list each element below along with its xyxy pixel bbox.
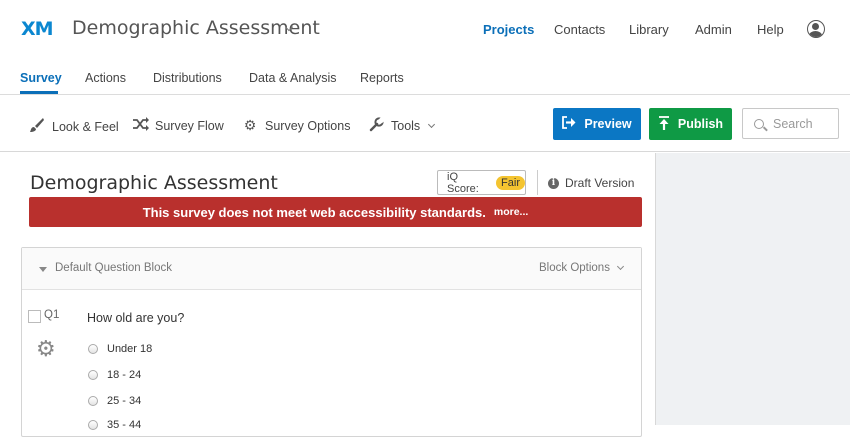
publish-label: Publish <box>677 117 724 131</box>
tab-data-analysis[interactable]: Data & Analysis <box>249 71 337 85</box>
xm-logo[interactable]: XM <box>21 18 54 40</box>
preview-label: Preview <box>584 117 632 131</box>
nav-projects[interactable]: Projects <box>483 22 534 37</box>
radio-button[interactable] <box>88 420 98 430</box>
publish-button[interactable]: Publish <box>649 108 732 140</box>
radio-button[interactable] <box>88 344 98 354</box>
choice-label: 25 - 34 <box>107 395 142 407</box>
preview-button[interactable]: Preview <box>553 108 641 140</box>
tab-distributions[interactable]: Distributions <box>153 71 222 85</box>
divider <box>537 170 538 195</box>
wrench-icon <box>368 116 385 135</box>
look-feel-label: Look & Feel <box>52 119 119 134</box>
flow-arrows-icon <box>132 117 149 134</box>
top-bar: XM Demographic Assessment Projects Conta… <box>0 0 850 58</box>
active-tab-indicator <box>20 91 58 94</box>
iq-score-label: iQ Score: <box>447 170 479 195</box>
survey-title: Demographic Assessment <box>30 172 278 194</box>
search-icon <box>754 118 764 129</box>
tools-label: Tools <box>391 119 421 133</box>
search-placeholder: Search <box>773 116 813 131</box>
choice-label: 18 - 24 <box>107 369 142 381</box>
choice-under-18[interactable]: Under 18 <box>88 343 152 355</box>
tab-actions[interactable]: Actions <box>85 71 126 85</box>
draft-version-label: Draft Version <box>565 176 635 190</box>
question-text[interactable]: How old are you? <box>87 311 184 325</box>
paint-brush-icon <box>29 117 45 136</box>
choice-label: 35 - 44 <box>107 419 142 431</box>
block-name[interactable]: Default Question Block <box>55 262 172 274</box>
info-icon: i <box>548 177 559 189</box>
choice-label: Under 18 <box>107 343 153 355</box>
nav-contacts[interactable]: Contacts <box>554 22 605 37</box>
accessibility-alert-banner: This survey does not meet web accessibil… <box>29 197 642 227</box>
question-select-checkbox[interactable] <box>28 310 41 323</box>
nav-admin[interactable]: Admin <box>695 22 732 37</box>
block-options-label: Block Options <box>539 262 610 274</box>
collapse-caret-icon[interactable] <box>39 267 47 272</box>
iq-score-badge: Fair <box>496 175 525 190</box>
chevron-down-icon <box>616 262 624 270</box>
tab-reports[interactable]: Reports <box>360 71 404 85</box>
question-block: Default Question Block Block Options <box>21 247 642 437</box>
tab-bar: Survey Actions Distributions Data & Anal… <box>0 58 850 95</box>
search-input[interactable]: Search <box>742 108 839 139</box>
question-number: Q1 <box>44 309 60 321</box>
nav-help[interactable]: Help <box>757 22 784 37</box>
preview-arrow-icon <box>562 116 576 132</box>
tools-dropdown[interactable]: Tools <box>368 116 436 135</box>
gear-icon: ⚙ <box>243 117 257 133</box>
survey-flow-button[interactable]: Survey Flow <box>132 117 224 134</box>
block-header: Default Question Block Block Options <box>22 248 641 290</box>
alert-text: This survey does not meet web accessibil… <box>142 204 486 220</box>
look-feel-button[interactable]: Look & Feel <box>29 117 119 136</box>
choice-35-44[interactable]: 35 - 44 <box>88 419 141 431</box>
radio-button[interactable] <box>88 370 98 380</box>
chevron-down-icon <box>428 120 436 128</box>
block-options-dropdown[interactable]: Block Options <box>539 262 624 274</box>
right-side-panel <box>655 153 850 425</box>
survey-options-button[interactable]: ⚙ Survey Options <box>242 117 351 134</box>
draft-version-indicator[interactable]: i Draft Version <box>548 176 634 190</box>
iq-score-button[interactable]: iQ Score: Fair <box>437 170 526 195</box>
nav-library[interactable]: Library <box>629 22 669 37</box>
choice-25-34[interactable]: 25 - 34 <box>88 395 141 407</box>
alert-more-link[interactable]: more... <box>494 206 528 218</box>
upload-arrow-icon <box>658 115 670 133</box>
survey-options-label: Survey Options <box>265 118 351 133</box>
survey-toolbar: Look & Feel Survey Flow ⚙ Survey Options… <box>0 96 850 152</box>
user-account-icon[interactable] <box>807 20 825 38</box>
question-gear-icon[interactable]: ⚙ <box>36 338 56 360</box>
project-title[interactable]: Demographic Assessment <box>72 17 320 39</box>
choice-18-24[interactable]: 18 - 24 <box>88 369 141 381</box>
radio-button[interactable] <box>88 396 98 406</box>
survey-flow-label: Survey Flow <box>155 118 224 133</box>
tab-survey[interactable]: Survey <box>20 71 62 85</box>
